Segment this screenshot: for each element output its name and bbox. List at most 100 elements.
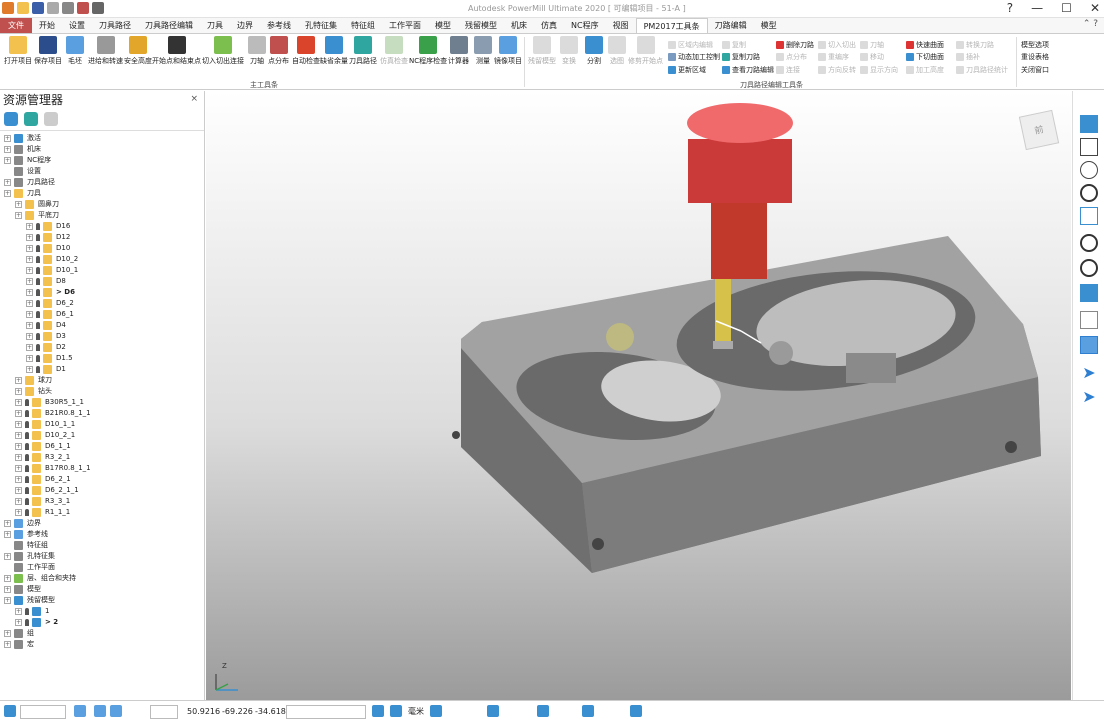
- expand-toggle[interactable]: +: [15, 509, 22, 516]
- expand-toggle[interactable]: +: [26, 234, 33, 241]
- transform-button[interactable]: 变换: [560, 36, 578, 66]
- expand-toggle[interactable]: +: [26, 278, 33, 285]
- leads-links-button[interactable]: 切入切出连接: [202, 36, 244, 66]
- tree-item[interactable]: + D10_2: [0, 254, 205, 265]
- measure-button[interactable]: 测量: [474, 36, 492, 66]
- tab-pm2017-toolbar[interactable]: PM2017工具条: [635, 18, 708, 33]
- boundary-status-icon[interactable]: [582, 705, 594, 717]
- expand-toggle[interactable]: +: [4, 190, 11, 197]
- calculator-button[interactable]: 计算器: [448, 36, 469, 66]
- tree-item[interactable]: + 宏: [0, 639, 205, 650]
- tree-item[interactable]: + D10_1: [0, 265, 205, 276]
- workplane-icon[interactable]: [430, 705, 442, 717]
- toolpath-button[interactable]: 刀具路径: [349, 36, 377, 66]
- stock-model-button[interactable]: 残留模型: [528, 36, 556, 66]
- reverse-direction-item[interactable]: 方向反转: [818, 65, 856, 75]
- tree-item[interactable]: + > D6: [0, 287, 205, 298]
- expand-toggle[interactable]: +: [4, 146, 11, 153]
- lightbulb-icon[interactable]: [36, 234, 40, 241]
- undo-icon[interactable]: [62, 2, 74, 14]
- tree-item[interactable]: + 残留模型: [0, 595, 205, 606]
- default-thickness-button[interactable]: 缺省余量: [320, 36, 348, 66]
- lightbulb-icon[interactable]: [25, 509, 29, 516]
- ribbon-help-icon[interactable]: ⌃ ?: [1083, 19, 1098, 29]
- links-item[interactable]: 连接: [776, 65, 800, 75]
- interpolate-item[interactable]: 插补: [956, 52, 980, 62]
- lightbulb-icon[interactable]: [25, 465, 29, 472]
- tree-item[interactable]: + 层、组合和夹持: [0, 573, 205, 584]
- tab-model[interactable]: 模型: [754, 18, 784, 33]
- lightbulb-icon[interactable]: [36, 267, 40, 274]
- expand-toggle[interactable]: +: [26, 300, 33, 307]
- select-arrow-icon[interactable]: ➤: [1080, 364, 1098, 382]
- toolpath-icon[interactable]: [77, 2, 89, 14]
- grid-icon[interactable]: [372, 705, 384, 717]
- tree-item[interactable]: + D3: [0, 331, 205, 342]
- status-field[interactable]: [150, 705, 178, 719]
- lightbulb-icon[interactable]: [25, 421, 29, 428]
- tool-status-icon[interactable]: [487, 705, 499, 717]
- select-view-button[interactable]: 选图: [608, 36, 626, 66]
- wireframe-view-icon[interactable]: [1080, 311, 1098, 329]
- stock-button[interactable]: 毛坯: [66, 36, 84, 66]
- tool-icon[interactable]: [94, 705, 106, 717]
- globe-icon[interactable]: [24, 112, 38, 126]
- tool-icon[interactable]: [110, 705, 122, 717]
- tab-simulation[interactable]: 仿真: [534, 18, 564, 33]
- zoom-out-icon[interactable]: [1080, 259, 1098, 277]
- toolpath-status-icon[interactable]: [537, 705, 549, 717]
- feeds-speeds-button[interactable]: 进给和转速: [88, 36, 123, 66]
- lightbulb-icon[interactable]: [36, 278, 40, 285]
- pen-icon[interactable]: [4, 705, 16, 717]
- lightbulb-icon[interactable]: [25, 476, 29, 483]
- plunge-surface-item[interactable]: 下切曲面: [906, 52, 944, 62]
- lightbulb-icon[interactable]: [25, 432, 29, 439]
- auto-verify-button[interactable]: 自动检查: [292, 36, 320, 66]
- lightbulb-icon[interactable]: [25, 443, 29, 450]
- tree-item[interactable]: + 圆鼻刀: [0, 199, 205, 210]
- view-cube[interactable]: 前: [1018, 109, 1060, 151]
- reset-table-item[interactable]: 重设表格: [1021, 52, 1049, 62]
- rapid-surface-item[interactable]: 快速曲面: [906, 40, 944, 50]
- tree-item[interactable]: + 参考线: [0, 529, 205, 540]
- expand-toggle[interactable]: +: [15, 498, 22, 505]
- explorer-close-button[interactable]: ×: [190, 94, 198, 104]
- tree-item[interactable]: + 孔特征集: [0, 551, 205, 562]
- model-options-item[interactable]: 模型选项: [1021, 40, 1049, 50]
- expand-toggle[interactable]: +: [26, 355, 33, 362]
- lightbulb-icon[interactable]: [25, 487, 29, 494]
- tab-boundaries[interactable]: 边界: [230, 18, 260, 33]
- tab-nc-programs[interactable]: NC程序: [564, 18, 606, 33]
- tab-toolpath-edit[interactable]: 刀具路径编辑: [138, 18, 200, 33]
- tree-item[interactable]: + > 2: [0, 617, 205, 628]
- expand-toggle[interactable]: +: [15, 465, 22, 472]
- expand-toggle[interactable]: +: [4, 157, 11, 164]
- tree-item[interactable]: + D6_2: [0, 298, 205, 309]
- expand-toggle[interactable]: +: [26, 267, 33, 274]
- qat-dropdown-icon[interactable]: [92, 2, 104, 14]
- tab-workplanes[interactable]: 工作平面: [382, 18, 428, 33]
- tab-file[interactable]: 文件: [0, 18, 32, 33]
- view-toolpath-edit-item[interactable]: 查看刀路编辑: [722, 65, 774, 75]
- expand-toggle[interactable]: +: [26, 366, 33, 373]
- lightbulb-icon[interactable]: [36, 256, 40, 263]
- expand-toggle[interactable]: +: [15, 410, 22, 417]
- expand-toggle[interactable]: +: [15, 619, 22, 626]
- expand-toggle[interactable]: +: [4, 531, 11, 538]
- coordinate-input[interactable]: [286, 705, 366, 719]
- expand-toggle[interactable]: +: [26, 344, 33, 351]
- lightbulb-icon[interactable]: [36, 311, 40, 318]
- start-end-point-button[interactable]: 开始点和结束点: [152, 36, 201, 66]
- layer-dropdown[interactable]: [20, 705, 66, 719]
- lightbulb-icon[interactable]: [25, 454, 29, 461]
- tree-item[interactable]: + D16: [0, 221, 205, 232]
- clipboard-icon[interactable]: [44, 112, 58, 126]
- expand-toggle[interactable]: +: [4, 597, 11, 604]
- delete-toolpath-item[interactable]: 删除刀路: [776, 40, 814, 50]
- expand-toggle[interactable]: +: [4, 553, 11, 560]
- open-project-button[interactable]: 打开项目: [4, 36, 32, 66]
- help-button[interactable]: ?: [1007, 1, 1013, 15]
- region-edit-item[interactable]: 区域内编辑: [668, 40, 713, 50]
- nc-program-check-button[interactable]: NC程序检查: [409, 36, 447, 66]
- expand-toggle[interactable]: +: [15, 399, 22, 406]
